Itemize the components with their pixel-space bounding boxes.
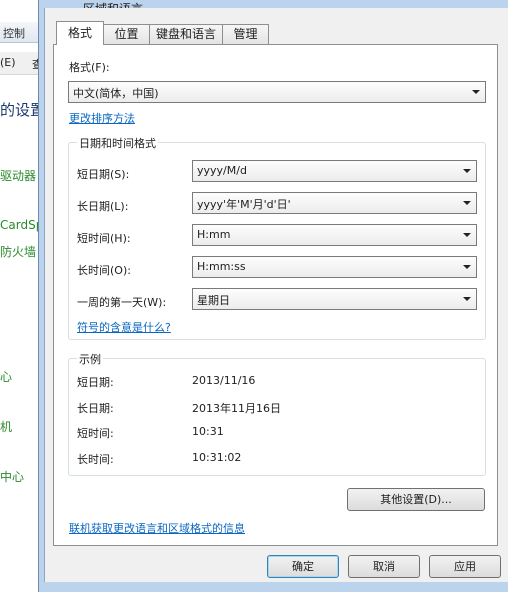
short-time-label: 短时间(H): <box>77 232 131 245</box>
datetime-format-legend: 日期和时间格式 <box>77 135 158 151</box>
format-label: 格式(F): <box>69 61 110 74</box>
symbols-meaning-link[interactable]: 符号的含意是什么? <box>77 319 171 335</box>
other-settings-button[interactable]: 其他设置(D)... <box>347 488 485 511</box>
short-date-dropdown[interactable]: yyyy/M/d <box>192 160 477 182</box>
short-date-label: 短日期(S): <box>77 168 130 181</box>
long-date-value: yyyy'年'M'月'd'日' <box>197 198 291 211</box>
ok-button[interactable]: 确定 <box>267 555 339 578</box>
long-time-value: H:mm:ss <box>197 260 246 273</box>
format-dropdown[interactable]: 中文(简体，中国) <box>68 81 486 103</box>
example-legend: 示例 <box>77 351 103 367</box>
online-info-link[interactable]: 联机获取更改语言和区域格式的信息 <box>69 520 245 536</box>
short-date-value: yyyy/M/d <box>197 164 247 177</box>
short-time-dropdown[interactable]: H:mm <box>192 224 477 246</box>
long-date-label: 长日期(L): <box>77 200 129 213</box>
example-group: 示例 <box>68 351 486 476</box>
cancel-button[interactable]: 取消 <box>348 555 420 578</box>
apply-button[interactable]: 应用 <box>429 555 501 578</box>
example-long-time-value: 10:31:02 <box>192 451 242 464</box>
long-time-label: 长时间(O): <box>77 264 131 277</box>
example-long-date-value: 2013年11月16日 <box>192 402 281 415</box>
example-short-time-label: 短时间: <box>77 427 114 440</box>
chevron-down-icon <box>463 201 471 205</box>
format-dropdown-value: 中文(简体，中国) <box>73 87 159 100</box>
long-date-dropdown[interactable]: yyyy'年'M'月'd'日' <box>192 192 477 214</box>
chevron-down-icon <box>463 169 471 173</box>
first-day-of-week-dropdown[interactable]: 星期日 <box>192 288 477 310</box>
example-short-date-value: 2013/11/16 <box>192 374 256 387</box>
example-long-time-label: 长时间: <box>77 453 114 466</box>
short-time-value: H:mm <box>197 228 231 241</box>
long-time-dropdown[interactable]: H:mm:ss <box>192 256 477 278</box>
chevron-down-icon <box>463 233 471 237</box>
example-long-date-label: 长日期: <box>77 402 114 415</box>
formats-content: 格式(F): 中文(简体，中国) 更改排序方法 日期和时间格式 短日期(S): … <box>0 0 508 582</box>
example-short-date-label: 短日期: <box>77 376 114 389</box>
first-day-of-week-label: 一周的第一天(W): <box>77 296 167 309</box>
example-short-time-value: 10:31 <box>192 425 224 438</box>
chevron-down-icon <box>463 297 471 301</box>
chevron-down-icon <box>463 265 471 269</box>
chevron-down-icon <box>472 90 480 94</box>
change-sort-method-link[interactable]: 更改排序方法 <box>69 110 135 126</box>
first-day-of-week-value: 星期日 <box>197 294 230 307</box>
